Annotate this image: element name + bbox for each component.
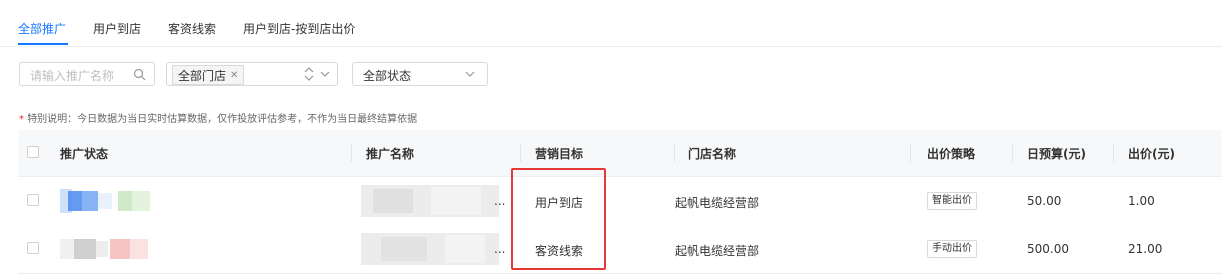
stepper-icon[interactable] bbox=[302, 65, 316, 83]
blurred-promotion-name bbox=[361, 233, 499, 265]
blurred-promotion-name bbox=[361, 185, 499, 217]
disclaimer-note: * 特别说明：今日数据为当日实时估算数据，仅作投放评估参考，不作为当日最终结算依… bbox=[19, 110, 417, 125]
select-all-checkbox[interactable] bbox=[27, 146, 39, 158]
header-status: 推广状态 bbox=[60, 147, 109, 161]
budget-cell: 50.00 bbox=[1027, 194, 1062, 208]
column-divider bbox=[351, 144, 352, 162]
table-row[interactable]: ... 用户到店 起帆电缆经营部 智能出价 50.00 1.00 bbox=[18, 177, 1222, 226]
blurred-status bbox=[60, 239, 148, 259]
table-row[interactable]: ... 客资线索 起帆电缆经营部 手动出价 500.00 21.00 bbox=[18, 225, 1222, 274]
store-tag-label: 全部门店 bbox=[178, 68, 227, 83]
row-checkbox[interactable] bbox=[27, 242, 39, 254]
active-tab-indicator bbox=[18, 43, 68, 45]
close-icon[interactable]: ✕ bbox=[230, 70, 238, 81]
tab-all-promotions[interactable]: 全部推广 bbox=[18, 20, 66, 37]
header-budget: 日预算(元) bbox=[1027, 147, 1086, 161]
disclaimer-text: 特别说明：今日数据为当日实时估算数据，仅作投放评估参考，不作为当日最终结算依据 bbox=[27, 114, 418, 125]
tab-store-visit-bid[interactable]: 用户到店-按到店出价 bbox=[243, 20, 355, 37]
store-cell: 起帆电缆经营部 bbox=[675, 244, 760, 258]
tab-bar: 全部推广 用户到店 客资线索 用户到店-按到店出价 bbox=[0, 0, 1222, 47]
strategy-badge: 智能出价 bbox=[927, 192, 977, 210]
header-store: 门店名称 bbox=[688, 147, 737, 161]
chevron-down-icon[interactable] bbox=[320, 69, 330, 79]
strategy-badge: 手动出价 bbox=[927, 240, 977, 258]
store-select[interactable]: 全部门店 ✕ bbox=[166, 62, 338, 86]
chevron-down-icon[interactable] bbox=[465, 69, 475, 79]
column-divider bbox=[1012, 144, 1013, 162]
store-tag: 全部门店 ✕ bbox=[172, 65, 245, 85]
row-checkbox[interactable] bbox=[27, 194, 39, 206]
header-bid: 出价(元) bbox=[1128, 147, 1175, 161]
column-divider bbox=[674, 144, 675, 162]
search-placeholder: 请输入推广名称 bbox=[30, 69, 115, 83]
header-target: 营销目标 bbox=[535, 147, 584, 161]
column-divider bbox=[910, 144, 911, 162]
search-input[interactable]: 请输入推广名称 bbox=[19, 62, 155, 86]
name-ellipsis: ... bbox=[494, 194, 506, 208]
bid-cell: 21.00 bbox=[1128, 242, 1163, 256]
search-icon[interactable] bbox=[133, 68, 146, 81]
tab-leads[interactable]: 客资线索 bbox=[168, 20, 216, 37]
column-divider bbox=[520, 144, 521, 162]
header-name: 推广名称 bbox=[366, 147, 415, 161]
column-divider bbox=[1113, 144, 1114, 162]
blurred-status bbox=[60, 189, 150, 213]
required-star: * bbox=[19, 114, 24, 125]
status-select[interactable]: 全部状态 bbox=[352, 62, 488, 86]
budget-cell: 500.00 bbox=[1027, 242, 1069, 256]
status-value: 全部状态 bbox=[363, 69, 412, 83]
table-header: 推广状态 推广名称 营销目标 门店名称 出价策略 日预算(元) 出价(元) bbox=[18, 130, 1222, 177]
store-cell: 起帆电缆经营部 bbox=[675, 196, 760, 210]
name-ellipsis: ... bbox=[494, 242, 506, 256]
tab-store-visit[interactable]: 用户到店 bbox=[93, 20, 141, 37]
highlight-box bbox=[511, 168, 606, 270]
bid-cell: 1.00 bbox=[1128, 194, 1155, 208]
header-strategy: 出价策略 bbox=[927, 147, 976, 161]
